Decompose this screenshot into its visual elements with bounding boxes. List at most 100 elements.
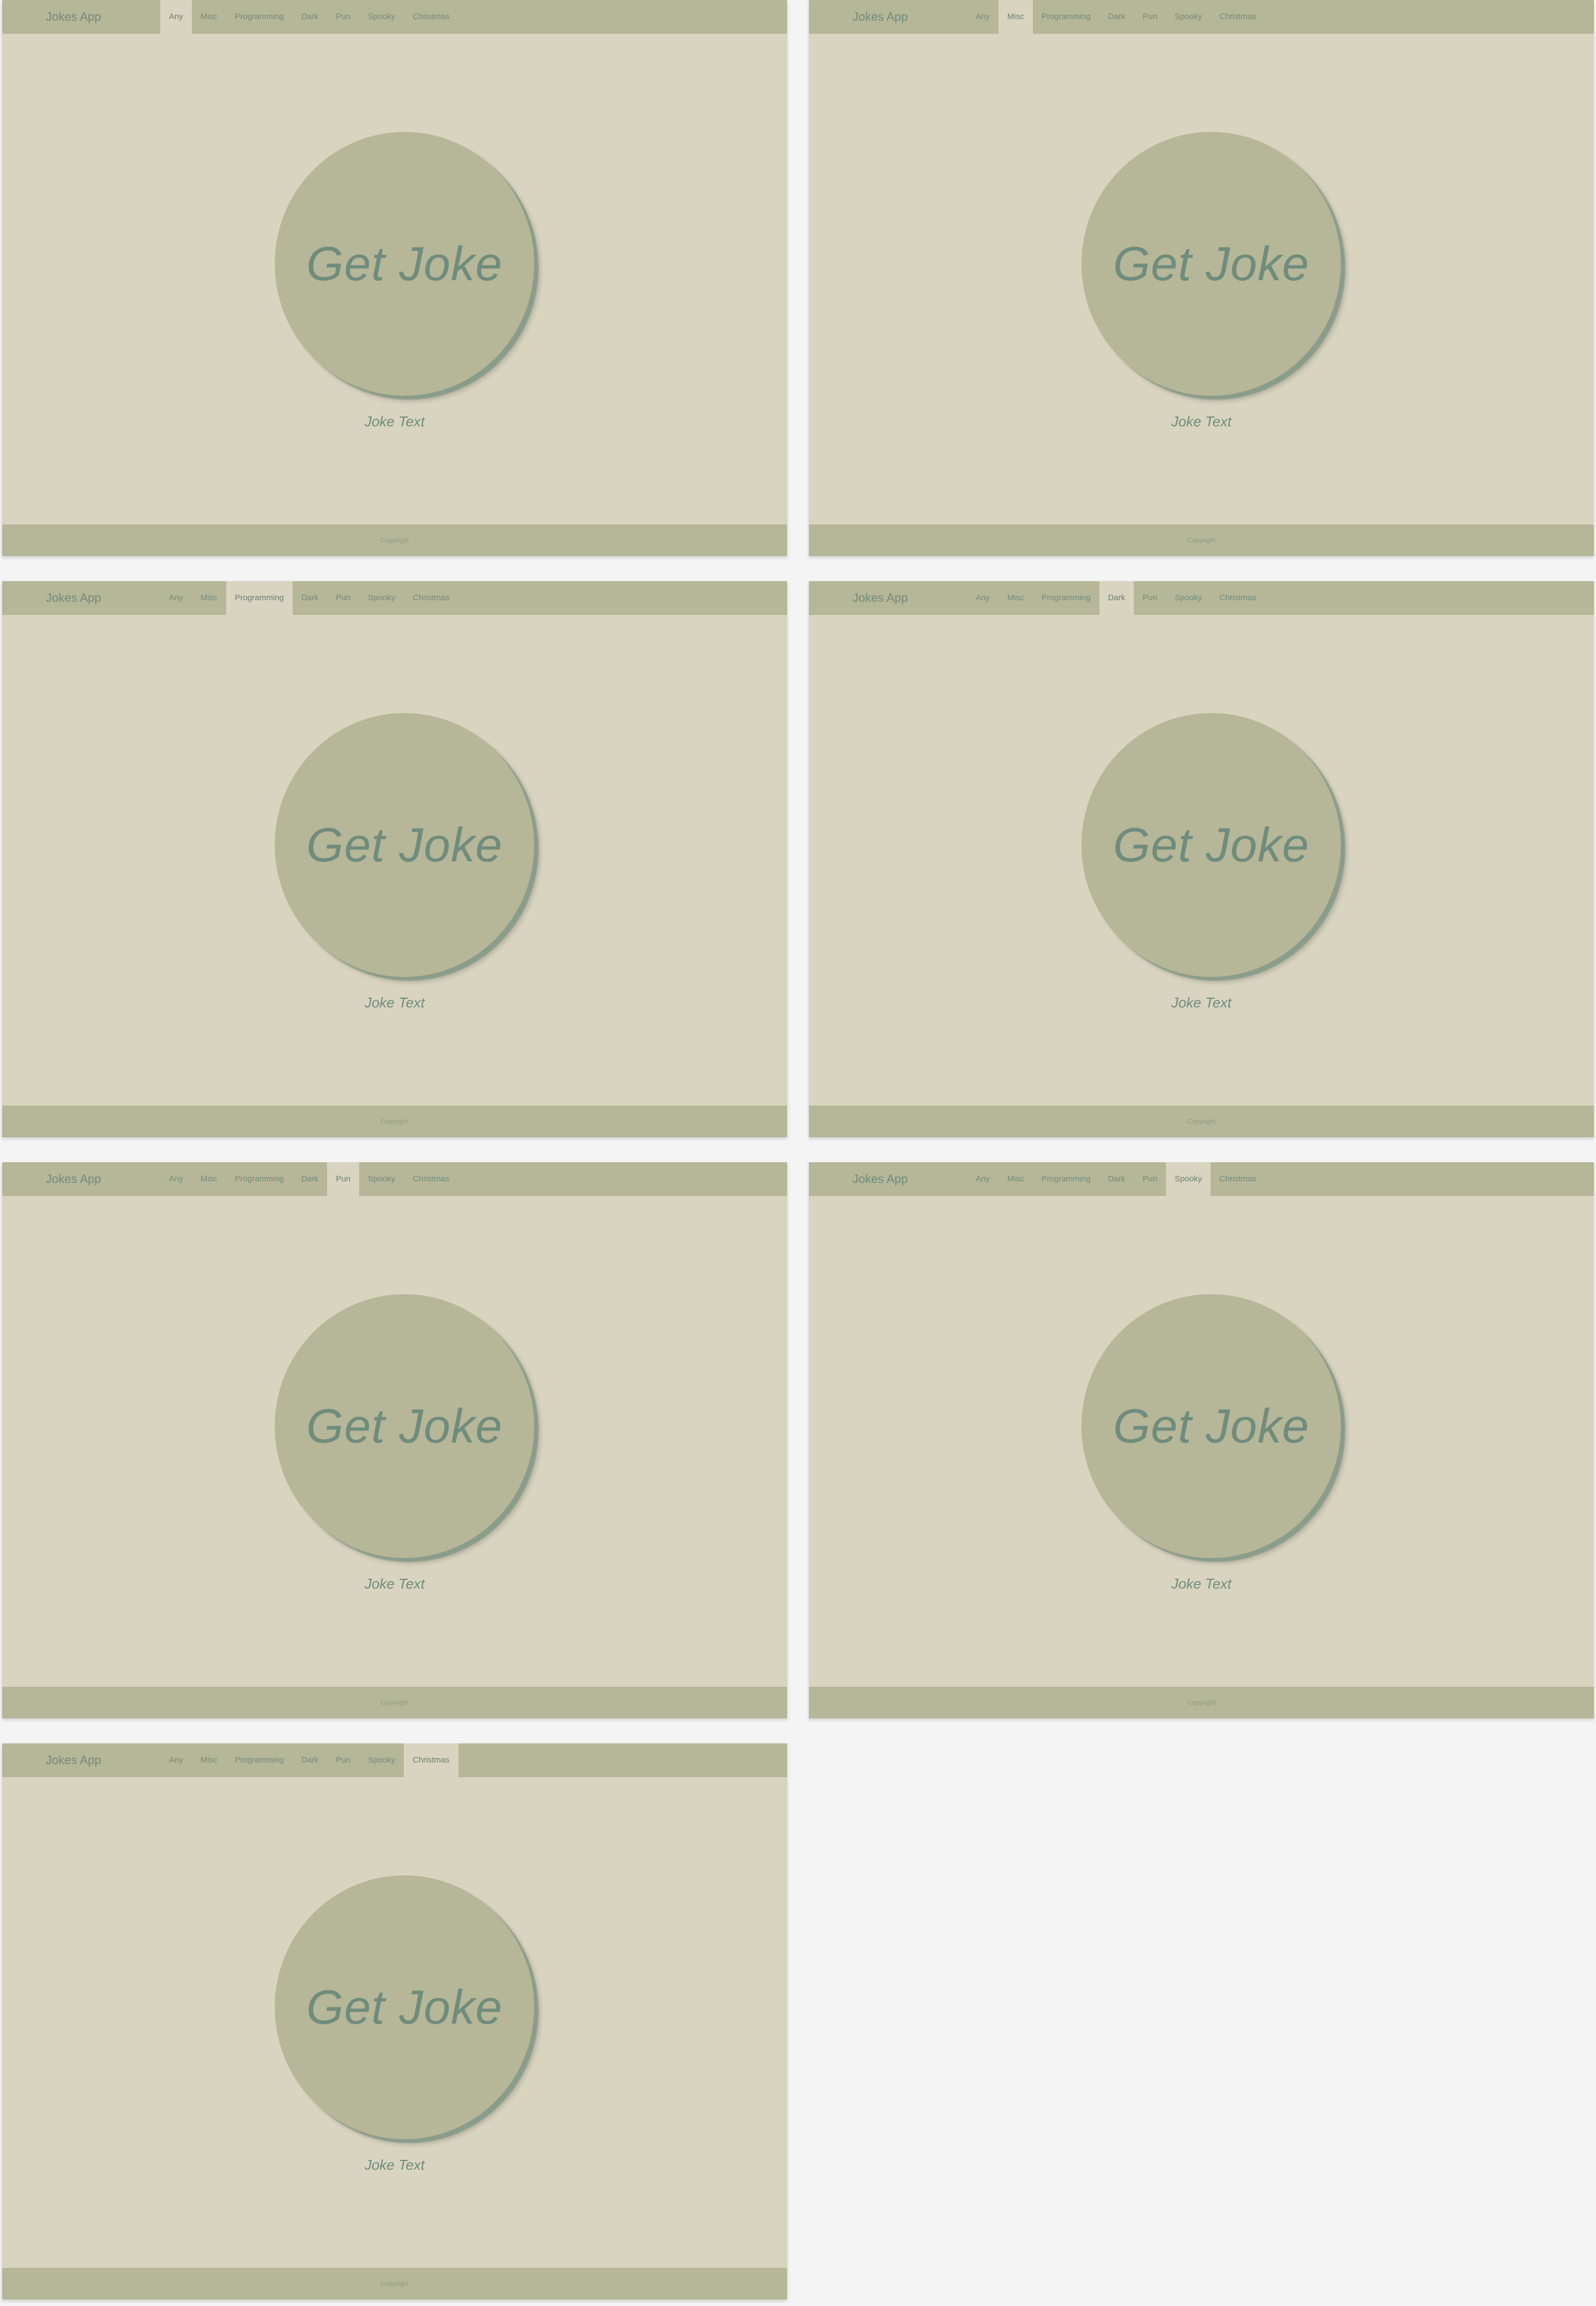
tab-any[interactable]: Any — [967, 581, 999, 615]
brand-title[interactable]: Jokes App — [46, 0, 101, 34]
get-joke-button[interactable]: Get Joke — [275, 713, 534, 977]
tab-dark[interactable]: Dark — [293, 0, 328, 34]
tab-any[interactable]: Any — [160, 1162, 192, 1196]
footer: Copyright — [809, 1687, 1594, 1718]
brand-title[interactable]: Jokes App — [853, 1162, 908, 1196]
tab-christmas[interactable]: Christmas — [404, 581, 458, 615]
category-tabs: Any Misc Programming Dark Pun Spooky Chr… — [967, 581, 1265, 615]
tab-pun[interactable]: Pun — [327, 0, 359, 34]
navbar: Jokes App Any Misc Programming Dark Pun … — [809, 0, 1594, 34]
tab-christmas[interactable]: Christmas — [404, 1162, 458, 1196]
tab-pun[interactable]: Pun — [1134, 1162, 1166, 1196]
joke-text: Joke Text — [1171, 1575, 1232, 1592]
tab-dark[interactable]: Dark — [1099, 1162, 1134, 1196]
tab-programming[interactable]: Programming — [1033, 581, 1099, 615]
navbar: Jokes App Any Misc Programming Dark Pun … — [809, 581, 1594, 615]
tab-programming[interactable]: Programming — [1033, 0, 1099, 34]
screen-category-pun: Jokes App Any Misc Programming Dark Pun … — [2, 1162, 787, 1718]
brand-title[interactable]: Jokes App — [46, 581, 101, 615]
get-joke-button[interactable]: Get Joke — [1081, 132, 1341, 396]
brand-title[interactable]: Jokes App — [853, 581, 908, 615]
footer: Copyright — [2, 2268, 787, 2299]
category-tabs: Any Misc Programming Dark Pun Spooky Chr… — [967, 0, 1265, 34]
joke-text: Joke Text — [1171, 413, 1232, 430]
tab-spooky[interactable]: Spooky — [359, 0, 404, 34]
category-tabs: Any Misc Programming Dark Pun Spooky Chr… — [160, 1743, 458, 1777]
tab-spooky[interactable]: Spooky — [1166, 1162, 1211, 1196]
tab-pun[interactable]: Pun — [327, 1162, 360, 1196]
tab-programming[interactable]: Programming — [226, 1162, 293, 1196]
navbar: Jokes App Any Misc Programming Dark Pun … — [2, 1162, 787, 1196]
footer-copyright: Copyright — [1187, 1118, 1216, 1125]
tab-christmas[interactable]: Christmas — [404, 0, 458, 34]
tab-dark[interactable]: Dark — [293, 581, 328, 615]
tab-dark[interactable]: Dark — [1099, 581, 1134, 615]
tab-any[interactable]: Any — [967, 0, 999, 34]
tab-programming[interactable]: Programming — [226, 1743, 293, 1777]
screen-category-christmas: Jokes App Any Misc Programming Dark Pun … — [2, 1743, 787, 2299]
get-joke-label: Get Joke — [1113, 818, 1310, 872]
footer: Copyright — [2, 1106, 787, 1137]
footer-copyright: Copyright — [1187, 1699, 1216, 1706]
footer-copyright: Copyright — [380, 2280, 409, 2287]
tab-any[interactable]: Any — [160, 581, 192, 615]
footer-copyright: Copyright — [380, 1118, 409, 1125]
tab-dark[interactable]: Dark — [1099, 0, 1134, 34]
joke-text: Joke Text — [364, 994, 425, 1011]
footer: Copyright — [2, 524, 787, 556]
get-joke-button[interactable]: Get Joke — [275, 132, 534, 396]
tab-pun[interactable]: Pun — [327, 1743, 359, 1777]
tab-spooky[interactable]: Spooky — [359, 1162, 404, 1196]
tab-misc[interactable]: Misc — [999, 1162, 1033, 1196]
tab-dark[interactable]: Dark — [293, 1162, 328, 1196]
get-joke-button[interactable]: Get Joke — [1081, 713, 1341, 977]
get-joke-label: Get Joke — [306, 818, 503, 872]
get-joke-label: Get Joke — [1113, 237, 1310, 291]
tab-any[interactable]: Any — [160, 1743, 192, 1777]
get-joke-button[interactable]: Get Joke — [275, 1875, 534, 2139]
brand-title[interactable]: Jokes App — [853, 0, 908, 34]
tab-misc[interactable]: Misc — [998, 0, 1033, 34]
footer: Copyright — [809, 1106, 1594, 1137]
navbar: Jokes App Any Misc Programming Dark Pun … — [2, 581, 787, 615]
tab-spooky[interactable]: Spooky — [1166, 581, 1211, 615]
get-joke-button[interactable]: Get Joke — [275, 1294, 534, 1558]
tab-dark[interactable]: Dark — [293, 1743, 328, 1777]
brand-title[interactable]: Jokes App — [46, 1743, 101, 1777]
tab-programming[interactable]: Programming — [226, 0, 293, 34]
tab-misc[interactable]: Misc — [999, 581, 1033, 615]
tab-misc[interactable]: Misc — [192, 1743, 226, 1777]
tab-pun[interactable]: Pun — [1134, 0, 1166, 34]
navbar: Jokes App Any Misc Programming Dark Pun … — [2, 0, 787, 34]
tab-any[interactable]: Any — [160, 0, 192, 34]
category-tabs: Any Misc Programming Dark Pun Spooky Chr… — [160, 0, 458, 34]
tab-any[interactable]: Any — [967, 1162, 999, 1196]
tab-spooky[interactable]: Spooky — [359, 581, 404, 615]
get-joke-label: Get Joke — [1113, 1399, 1310, 1453]
tab-programming[interactable]: Programming — [226, 581, 293, 615]
brand-title[interactable]: Jokes App — [46, 1162, 101, 1196]
joke-text: Joke Text — [1171, 994, 1232, 1011]
joke-text: Joke Text — [364, 2157, 425, 2173]
tab-christmas[interactable]: Christmas — [404, 1743, 458, 1777]
get-joke-button[interactable]: Get Joke — [1081, 1294, 1341, 1558]
joke-text: Joke Text — [364, 413, 425, 430]
tab-christmas[interactable]: Christmas — [1211, 1162, 1265, 1196]
get-joke-label: Get Joke — [306, 1980, 503, 2034]
tab-misc[interactable]: Misc — [192, 581, 226, 615]
footer: Copyright — [2, 1687, 787, 1718]
tab-spooky[interactable]: Spooky — [359, 1743, 404, 1777]
tab-pun[interactable]: Pun — [327, 581, 359, 615]
tab-christmas[interactable]: Christmas — [1211, 581, 1265, 615]
tab-misc[interactable]: Misc — [192, 0, 226, 34]
tab-misc[interactable]: Misc — [192, 1162, 226, 1196]
category-tabs: Any Misc Programming Dark Pun Spooky Chr… — [160, 1162, 458, 1196]
screen-category-misc: Jokes App Any Misc Programming Dark Pun … — [809, 0, 1594, 556]
tab-programming[interactable]: Programming — [1033, 1162, 1099, 1196]
screen-category-programming: Jokes App Any Misc Programming Dark Pun … — [2, 581, 787, 1137]
tab-spooky[interactable]: Spooky — [1166, 0, 1211, 34]
tab-christmas[interactable]: Christmas — [1211, 0, 1265, 34]
tab-pun[interactable]: Pun — [1134, 581, 1166, 615]
footer: Copyright — [809, 524, 1594, 556]
get-joke-label: Get Joke — [306, 237, 503, 291]
